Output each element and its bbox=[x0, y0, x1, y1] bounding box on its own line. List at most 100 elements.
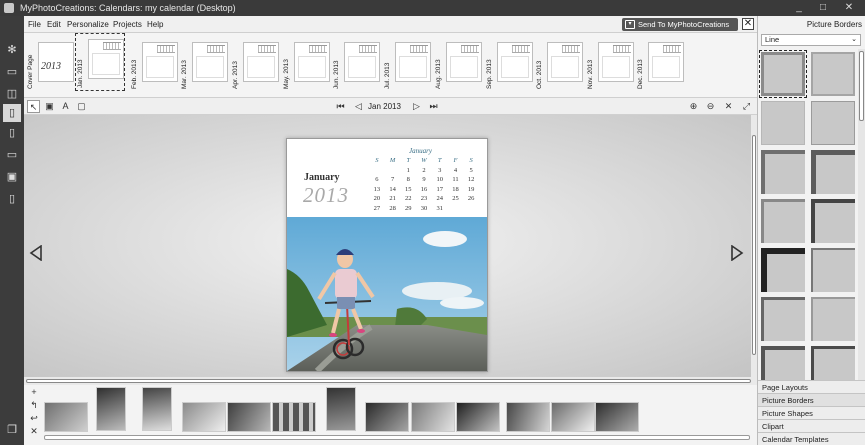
weekday-label: S bbox=[469, 157, 473, 164]
add-box-icon[interactable]: ▢ bbox=[75, 100, 88, 113]
next-page-arrow-icon[interactable] bbox=[730, 245, 744, 261]
border-style-select[interactable]: Line ⌄ bbox=[761, 34, 861, 46]
scroll-thumb[interactable] bbox=[752, 135, 756, 355]
section-page-layouts[interactable]: Page Layouts bbox=[758, 380, 865, 393]
first-page-button[interactable]: ⏮ bbox=[334, 100, 347, 113]
page-thumb-label: Feb. 2013 bbox=[131, 59, 138, 89]
add-photos-button[interactable]: + bbox=[28, 387, 40, 398]
border-option[interactable] bbox=[811, 101, 855, 145]
page-thumb-aug[interactable]: Aug. 2013 bbox=[434, 37, 485, 91]
day-cell: 3 bbox=[438, 166, 442, 174]
border-option[interactable] bbox=[811, 297, 855, 341]
previous-page-arrow-icon[interactable] bbox=[29, 245, 43, 261]
section-calendar-templates[interactable]: Calendar Templates bbox=[758, 432, 865, 445]
border-option[interactable] bbox=[811, 52, 855, 96]
page-thumb-sep[interactable]: Sep. 2013 bbox=[485, 37, 536, 91]
filmstrip-photo[interactable] bbox=[551, 402, 595, 432]
maximize-button[interactable]: □ bbox=[812, 0, 834, 16]
calendar-photo[interactable] bbox=[287, 217, 487, 371]
close-project-button[interactable]: ✕ bbox=[742, 18, 754, 30]
cover-year: 2013 bbox=[41, 61, 61, 72]
rotate-left-button[interactable]: ↰ bbox=[28, 400, 40, 411]
panel-scrollbar[interactable] bbox=[858, 49, 865, 381]
filmstrip-photo[interactable] bbox=[44, 402, 88, 432]
add-text-icon[interactable]: A bbox=[59, 100, 72, 113]
menu-projects[interactable]: Projects bbox=[113, 16, 142, 33]
last-page-button[interactable]: ⏭ bbox=[427, 100, 440, 113]
send-to-myphotocreations-button[interactable]: ▾ Send To MyPhotoCreations bbox=[622, 18, 738, 31]
frame-icon[interactable]: ▭ bbox=[3, 146, 21, 164]
page-thumb-may[interactable]: May. 2013 bbox=[282, 37, 333, 91]
canvas-horizontal-scrollbar[interactable] bbox=[24, 377, 757, 385]
filmstrip-photo[interactable] bbox=[96, 387, 126, 431]
app-logo-icon bbox=[4, 3, 14, 13]
border-option[interactable] bbox=[811, 199, 855, 243]
card-icon[interactable]: ▯ bbox=[3, 124, 21, 142]
border-option[interactable] bbox=[811, 248, 855, 292]
border-option[interactable] bbox=[761, 346, 805, 381]
page-thumb-jun[interactable]: Jun. 2013 bbox=[332, 37, 383, 91]
close-window-button[interactable]: ✕ bbox=[838, 0, 860, 16]
border-option[interactable] bbox=[811, 150, 855, 194]
filmstrip-photo[interactable] bbox=[411, 402, 455, 432]
border-thumbnail-grid bbox=[758, 49, 858, 381]
page-thumb-oct[interactable]: Oct. 2013 bbox=[535, 37, 586, 91]
gear-icon[interactable]: ✻ bbox=[3, 41, 21, 59]
page-thumb-apr[interactable]: Apr. 2013 bbox=[231, 37, 282, 91]
filmstrip-scrollbar[interactable] bbox=[44, 435, 750, 440]
filmstrip-photo[interactable] bbox=[506, 402, 550, 432]
page-thumb-dec[interactable]: Dec. 2013 bbox=[636, 37, 687, 91]
add-photo-icon[interactable]: ▣ bbox=[43, 100, 56, 113]
fullscreen-icon[interactable]: ⤢ bbox=[740, 100, 753, 113]
calendar-icon[interactable]: ▯ bbox=[3, 104, 21, 122]
prev-page-button[interactable]: ◁ bbox=[352, 100, 365, 113]
page-thumb-cover[interactable]: Cover Page 2013 bbox=[26, 37, 77, 91]
minimize-button[interactable]: _ bbox=[788, 0, 810, 16]
section-clipart[interactable]: Clipart bbox=[758, 419, 865, 432]
remove-photo-button[interactable]: ✕ bbox=[28, 426, 40, 437]
page-thumb-jan[interactable]: Jan. 2013 bbox=[75, 33, 125, 91]
menu-edit[interactable]: Edit bbox=[47, 16, 61, 33]
layout-icon[interactable]: ◫ bbox=[3, 85, 21, 103]
border-option[interactable] bbox=[759, 50, 807, 98]
zoom-out-icon[interactable]: ⊖ bbox=[704, 100, 717, 113]
zoom-in-icon[interactable]: ⊕ bbox=[687, 100, 700, 113]
filmstrip-photo[interactable] bbox=[227, 402, 271, 432]
border-option[interactable] bbox=[761, 199, 805, 243]
filmstrip-photo[interactable] bbox=[272, 402, 316, 432]
design-canvas[interactable]: January 2013 January S M T W T F S 1 2 3… bbox=[24, 115, 751, 377]
select-tool-icon[interactable]: ↖ bbox=[27, 100, 40, 113]
page-thumb-mar[interactable]: Mar. 2013 bbox=[180, 37, 231, 91]
page-thumb-jul[interactable]: Jul. 2013 bbox=[383, 37, 434, 91]
filmstrip-photo[interactable] bbox=[595, 402, 639, 432]
page-thumb-paper: 2013 bbox=[38, 42, 74, 82]
menu-personalize[interactable]: Personalize bbox=[67, 16, 109, 33]
fit-page-icon[interactable]: ✕ bbox=[722, 100, 735, 113]
filmstrip-photo[interactable] bbox=[182, 402, 226, 432]
filmstrip-photo[interactable] bbox=[142, 387, 172, 431]
filmstrip-photo[interactable] bbox=[365, 402, 409, 432]
menu-file[interactable]: File bbox=[28, 16, 41, 33]
calendar-page[interactable]: January 2013 January S M T W T F S 1 2 3… bbox=[286, 138, 488, 372]
next-page-button[interactable]: ▷ bbox=[410, 100, 423, 113]
section-picture-borders[interactable]: Picture Borders bbox=[758, 393, 865, 406]
page-thumb-feb[interactable]: Feb. 2013 bbox=[130, 37, 181, 91]
album-icon[interactable]: ▣ bbox=[3, 168, 21, 186]
book-icon[interactable]: ▭ bbox=[3, 63, 21, 81]
filmstrip-photo[interactable] bbox=[456, 402, 500, 432]
border-option[interactable] bbox=[761, 150, 805, 194]
border-option[interactable] bbox=[811, 346, 855, 381]
border-option[interactable] bbox=[761, 248, 805, 292]
export-icon[interactable]: ❐ bbox=[3, 421, 21, 439]
scroll-thumb[interactable] bbox=[26, 379, 751, 383]
page-thumb-nov[interactable]: Nov. 2013 bbox=[586, 37, 637, 91]
rotate-right-button[interactable]: ↩ bbox=[28, 413, 40, 424]
menu-help[interactable]: Help bbox=[147, 16, 163, 33]
scroll-thumb[interactable] bbox=[859, 51, 864, 121]
section-picture-shapes[interactable]: Picture Shapes bbox=[758, 406, 865, 419]
filmstrip-photo[interactable] bbox=[326, 387, 356, 431]
day-cell: 1 bbox=[406, 166, 410, 174]
border-option[interactable] bbox=[761, 101, 805, 145]
border-option[interactable] bbox=[761, 297, 805, 341]
page-icon[interactable]: ▯ bbox=[3, 190, 21, 208]
